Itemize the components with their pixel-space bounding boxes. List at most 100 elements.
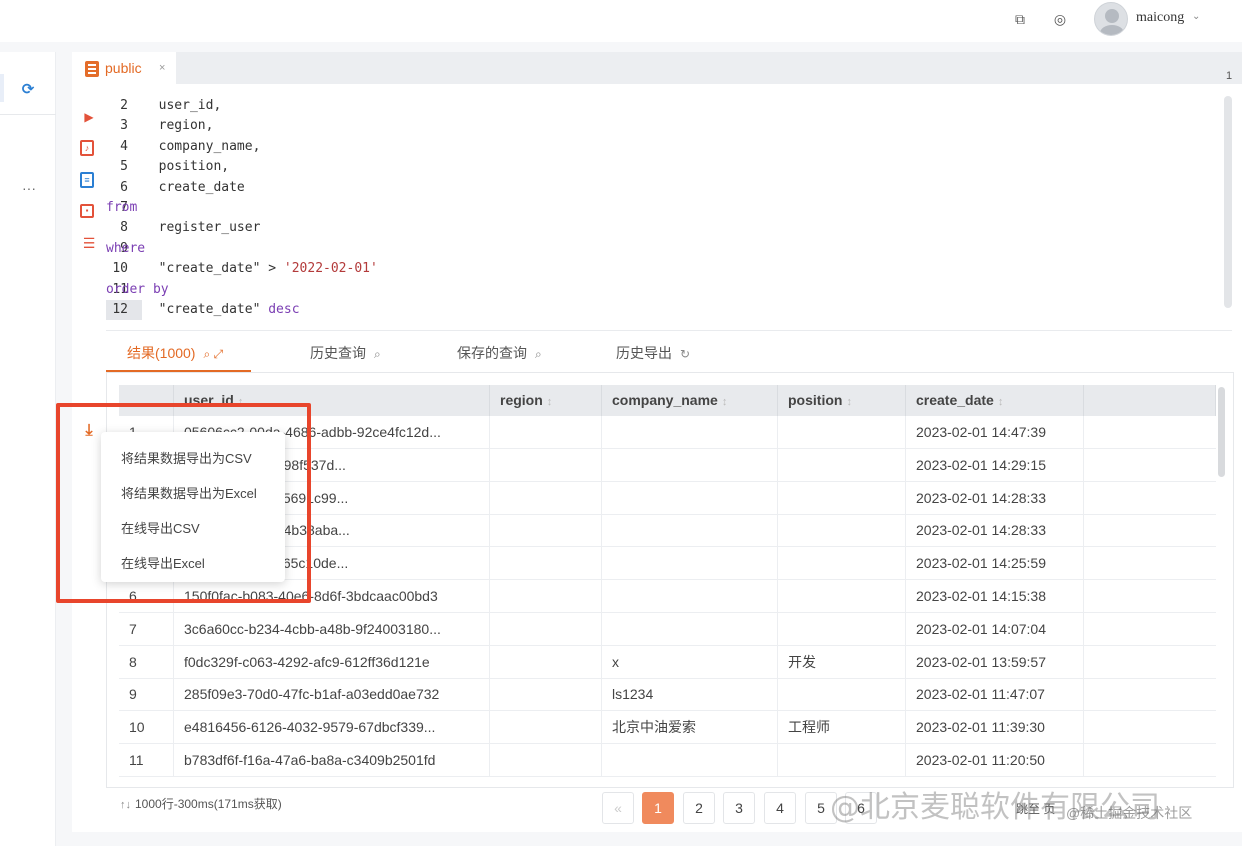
tab-results[interactable]: 结果(1000) ⌕ ⤢ — [127, 343, 223, 363]
cell-company-name[interactable] — [602, 547, 778, 580]
pager-prev[interactable]: « — [602, 792, 634, 824]
format-sql-icon[interactable]: ♪ — [80, 140, 94, 156]
row-index[interactable]: 11 — [119, 744, 174, 776]
cell-user-id[interactable]: b783df6f-f16a-47a6-ba8a-c3409b2501fd — [174, 744, 490, 776]
cell-position[interactable] — [778, 612, 906, 645]
cell-position[interactable]: 工程师 — [778, 711, 906, 744]
chevron-down-icon[interactable]: ⌄ — [1192, 11, 1200, 22]
cell-create-date[interactable]: 2023-02-01 11:39:30 — [906, 711, 1084, 744]
code-line[interactable]: 12 "create_date" desc — [106, 300, 1222, 320]
close-icon[interactable]: × — [159, 62, 165, 74]
code-line[interactable]: 9 where — [106, 239, 1222, 259]
cell-position[interactable] — [778, 547, 906, 580]
cell-create-date[interactable]: 2023-02-01 14:15:38 — [906, 580, 1084, 612]
cell-region[interactable] — [490, 514, 602, 547]
cell-region[interactable] — [490, 481, 602, 514]
pager-page-4[interactable]: 4 — [764, 792, 796, 824]
sort-icon[interactable]: ↕ — [722, 396, 728, 408]
row-index[interactable]: 7 — [119, 612, 174, 645]
table-row[interactable]: 7 3c6a60cc-b234-4cbb-a48b-9f24003180... 20… — [119, 612, 1216, 646]
cell-position[interactable] — [778, 678, 906, 711]
cell-user-id[interactable]: 3c6a60cc-b234-4cbb-a48b-9f24003180... — [174, 612, 490, 645]
cell-company-name[interactable] — [602, 448, 778, 481]
cell-region[interactable] — [490, 645, 602, 678]
table-row[interactable]: 10 e4816456-6126-4032-9579-67dbcf339... 北京… — [119, 711, 1216, 745]
cell-create-date[interactable]: 2023-02-01 13:59:57 — [906, 645, 1084, 678]
table-row[interactable]: 9 285f09e3-70d0-47fc-b1af-a03edd0ae732 ls1… — [119, 678, 1216, 712]
cell-position[interactable] — [778, 580, 906, 612]
cell-region[interactable] — [490, 416, 602, 448]
cell-company-name[interactable] — [602, 514, 778, 547]
tab-history-query[interactable]: 历史查询 ⌕ — [310, 343, 381, 363]
cell-create-date[interactable]: 2023-02-01 14:25:59 — [906, 547, 1084, 580]
explain-icon[interactable]: ≡ — [80, 172, 94, 188]
avatar[interactable] — [1094, 2, 1128, 36]
save-query-icon[interactable]: ▪ — [80, 204, 94, 218]
cell-create-date[interactable]: 2023-02-01 14:28:33 — [906, 481, 1084, 514]
header-create-date[interactable]: create_date ↕ — [906, 385, 1084, 416]
more-icon[interactable]: ··· — [22, 180, 36, 196]
cell-user-id[interactable]: 285f09e3-70d0-47fc-b1af-a03edd0ae732 — [174, 678, 490, 711]
search-expand-icons[interactable]: ⌕ ⤢ — [203, 347, 223, 361]
cell-create-date[interactable]: 2023-02-01 14:28:33 — [906, 514, 1084, 547]
cell-create-date[interactable]: 2023-02-01 11:47:07 — [906, 678, 1084, 711]
cell-region[interactable] — [490, 580, 602, 612]
cell-region[interactable] — [490, 612, 602, 645]
editor-scrollbar[interactable] — [1224, 96, 1232, 308]
cell-company-name[interactable]: 北京中油爱索 — [602, 711, 778, 744]
pager-page-1[interactable]: 1 — [642, 792, 674, 824]
tab-public[interactable]: public × — [72, 52, 176, 84]
cell-company-name[interactable] — [602, 416, 778, 448]
code-line[interactable]: 5 position, — [106, 157, 1222, 177]
translate-icon[interactable]: ⧉ — [1011, 10, 1029, 28]
sql-editor[interactable]: 2 user_id, 3 region, 4 company_name, 5 posi… — [106, 96, 1222, 328]
cell-position[interactable] — [778, 514, 906, 547]
sort-icon[interactable]: ↕ — [846, 396, 852, 408]
cell-create-date[interactable]: 2023-02-01 14:29:15 — [906, 448, 1084, 481]
code-line[interactable]: 11 order by — [106, 280, 1222, 300]
code-line[interactable]: 4 company_name, — [106, 137, 1222, 157]
username[interactable]: maicong — [1136, 10, 1184, 26]
cell-user-id[interactable]: f0dc329f-c063-4292-afc9-612ff36d121e — [174, 645, 490, 678]
cell-user-id[interactable]: e4816456-6126-4032-9579-67dbcf339... — [174, 711, 490, 744]
row-index[interactable]: 10 — [119, 711, 174, 744]
cell-region[interactable] — [490, 744, 602, 776]
database-sync-icon[interactable]: ⟳ — [17, 80, 39, 98]
header-company-name[interactable]: company_name ↕ — [602, 385, 778, 416]
cell-create-date[interactable]: 2023-02-01 11:20:50 — [906, 744, 1084, 776]
settings-icon[interactable]: ◎ — [1051, 10, 1069, 28]
grid-scrollbar[interactable] — [1218, 387, 1225, 477]
cell-company-name[interactable] — [602, 612, 778, 645]
cell-region[interactable] — [490, 448, 602, 481]
row-index[interactable]: 9 — [119, 678, 174, 711]
row-index[interactable]: 8 — [119, 645, 174, 678]
cell-create-date[interactable]: 2023-02-01 14:47:39 — [906, 416, 1084, 448]
cell-company-name[interactable]: x — [602, 645, 778, 678]
code-line[interactable]: 3 region, — [106, 116, 1222, 136]
cell-company-name[interactable] — [602, 744, 778, 776]
cell-company-name[interactable] — [602, 580, 778, 612]
table-row[interactable]: 8 f0dc329f-c063-4292-afc9-612ff36d121e x 开发… — [119, 645, 1216, 679]
code-line[interactable]: 8 register_user — [106, 218, 1222, 238]
cell-company-name[interactable]: ls1234 — [602, 678, 778, 711]
cell-position[interactable] — [778, 744, 906, 776]
header-region[interactable]: region ↕ — [490, 385, 602, 416]
sort-icon[interactable]: ↕ — [998, 396, 1004, 408]
tab-saved-query[interactable]: 保存的查询 ⌕ — [457, 343, 542, 363]
table-row[interactable]: 11 b783df6f-f16a-47a6-ba8a-c3409b2501fd 20… — [119, 744, 1216, 777]
cell-position[interactable] — [778, 481, 906, 514]
history-list-icon[interactable]: ☰ — [80, 234, 98, 252]
code-line[interactable]: 2 user_id, — [106, 96, 1222, 116]
cell-create-date[interactable]: 2023-02-01 14:07:04 — [906, 612, 1084, 645]
cell-position[interactable] — [778, 448, 906, 481]
header-position[interactable]: position ↕ — [778, 385, 906, 416]
cell-region[interactable] — [490, 547, 602, 580]
pager-page-2[interactable]: 2 — [683, 792, 715, 824]
cell-region[interactable] — [490, 678, 602, 711]
cell-position[interactable]: 开发 — [778, 645, 906, 678]
cell-company-name[interactable] — [602, 481, 778, 514]
code-line[interactable]: 10 "create_date" > '2022-02-01' — [106, 259, 1222, 279]
run-icon[interactable]: ▶ — [80, 108, 98, 126]
code-line[interactable]: 6 create_date — [106, 178, 1222, 198]
pager-page-3[interactable]: 3 — [723, 792, 755, 824]
